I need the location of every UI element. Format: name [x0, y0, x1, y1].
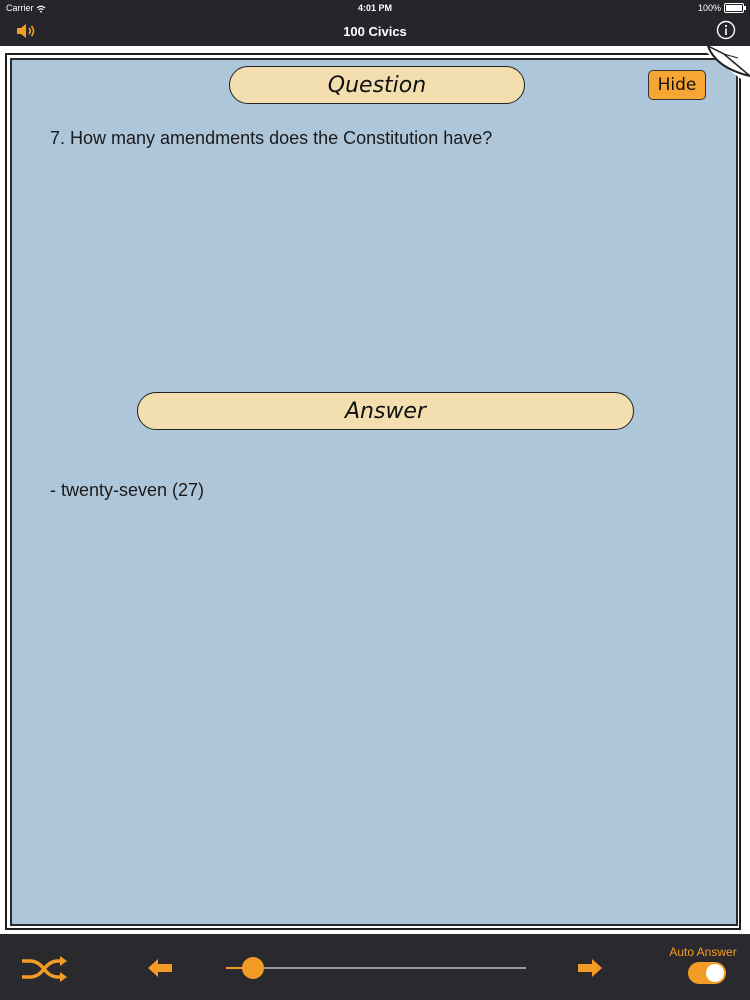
top-bar: Carrier 4:01 PM 100% 100 Civics — [0, 0, 750, 46]
speaker-button[interactable] — [14, 20, 38, 42]
next-button[interactable] — [576, 956, 604, 980]
card-area: Question Hide 7. How many amendments doe… — [0, 46, 750, 934]
question-header: Question — [229, 66, 525, 104]
battery-icon — [724, 3, 746, 13]
info-button[interactable] — [716, 20, 736, 40]
bottom-toolbar: Auto Answer — [0, 934, 750, 1000]
page-curl-icon[interactable] — [698, 46, 750, 86]
slider-thumb[interactable] — [242, 957, 264, 979]
speaker-icon — [17, 24, 35, 38]
nav-title: 100 Civics — [343, 24, 407, 39]
slider-track — [226, 967, 526, 969]
auto-answer-label: Auto Answer — [669, 945, 737, 959]
arrow-left-icon — [148, 959, 172, 977]
answer-text: - twenty-seven (27) — [50, 480, 205, 500]
flash-card[interactable]: Question Hide 7. How many amendments doe… — [10, 58, 738, 926]
arrow-right-icon — [578, 959, 602, 977]
progress-slider[interactable] — [226, 956, 526, 980]
info-icon — [716, 20, 736, 40]
answer-header: Answer — [137, 392, 634, 430]
question-text: 7. How many amendments does the Constitu… — [50, 128, 493, 148]
toggle-knob — [706, 964, 724, 982]
auto-answer-toggle[interactable] — [688, 962, 726, 984]
shuffle-button[interactable] — [20, 954, 68, 984]
shuffle-icon — [22, 956, 67, 982]
status-time: 4:01 PM — [357, 3, 392, 13]
status-battery: 100% — [698, 3, 746, 13]
previous-button[interactable] — [146, 956, 174, 980]
